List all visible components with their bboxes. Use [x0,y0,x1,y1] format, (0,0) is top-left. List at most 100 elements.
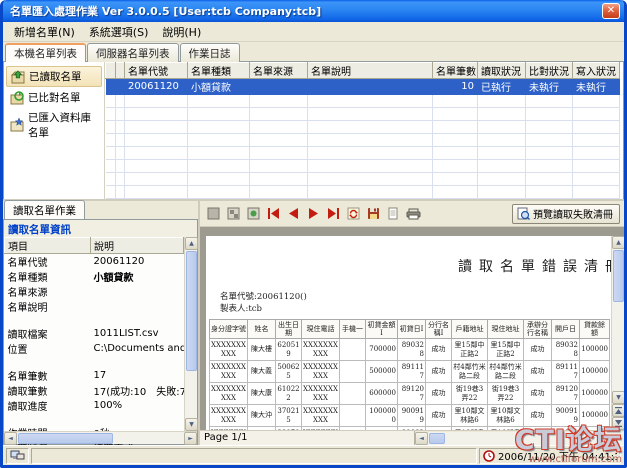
sidebar-item-compared-lists[interactable]: 已比對名單 [6,88,102,107]
column-header[interactable]: 初貸金額I [366,320,398,339]
scroll-left-icon[interactable]: ◄ [415,432,428,445]
sidebar-item-read-lists[interactable]: 已讀取名單 [6,66,102,87]
table-row[interactable]: XXXXXXXXXX陳大沖370215XXXXXXXXXX 1000000900… [210,405,610,427]
info-vertical-scrollbar[interactable]: ▲ ▼ [184,237,197,431]
prev-page-icon[interactable] [284,205,302,223]
column-header[interactable]: 出生日期 [276,320,302,339]
table-row[interactable]: 讀取進度100% [5,398,184,413]
report-horizontal-scrollbar[interactable]: ◄ [415,432,624,445]
actual-size-icon[interactable] [204,205,222,223]
tab-server-list[interactable]: 伺服器名單列表 [87,43,179,62]
empty-cell [478,134,526,147]
table-row[interactable]: 名單代號20061120 [5,254,184,270]
empty-cell [433,95,478,108]
column-header[interactable]: 現住地址 [488,320,524,339]
refresh-icon[interactable] [344,205,362,223]
table-row[interactable] [5,314,184,326]
tab-local-list[interactable]: 本機名單列表 [5,43,86,62]
next-page-icon[interactable] [304,205,322,223]
zoom-icon[interactable] [244,205,262,223]
table-row[interactable]: 名單筆數17 [5,368,184,383]
sidebar-item-imported-lists[interactable]: 已匯入資料庫名單 [6,108,102,142]
column-header[interactable]: 名單說明 [308,63,433,79]
table-cell: 500000 [366,427,398,430]
fit-window-icon[interactable] [224,205,242,223]
table-row[interactable]: XXXXXXXXXX陳大義500625XXXXXXXXXX 5000008911… [210,361,610,383]
table-cell: 里15鄰中正路2 [488,339,524,361]
page-down-icon[interactable] [612,417,625,430]
column-header[interactable]: 比對狀況 [526,63,573,79]
table-cell: 成功 [524,405,552,427]
scroll-down-icon[interactable]: ▼ [612,391,625,404]
preview-failed-list-button[interactable]: 預覽讀取失敗清冊 [512,204,620,224]
column-header[interactable]: 分行名稱I [426,320,452,339]
table-row[interactable]: 20061120小額貸款 10已執行未執行未執行 [106,79,620,95]
table-row[interactable]: XXXXXXXXXX陳大泰390708XXXXXXXXXX 5000009009… [210,427,610,430]
table-row[interactable]: 讀取筆數17(成功:10 失敗:7) [5,383,184,398]
column-header[interactable]: 項目 [5,238,91,254]
column-header[interactable]: 名單種類 [188,63,250,79]
column-header[interactable]: 開戶日 [552,320,580,339]
empty-cell [116,147,125,160]
table-row[interactable]: XXXXXXXXXX陳大康610222XXXXXXXXXX 6000008912… [210,383,610,405]
column-header[interactable]: 身分證字號 [210,320,248,339]
menu-item-help[interactable]: 說明(H) [155,22,208,42]
close-button[interactable]: ✕ [602,3,620,19]
table-row[interactable]: 位置C:\Documents and Settings [5,341,184,356]
scroll-left-icon[interactable]: ◄ [4,432,17,445]
tab-read-list-job[interactable]: 讀取名單作業 [4,200,85,219]
scroll-thumb[interactable] [429,433,445,444]
menu-item-new-list[interactable]: 新增名單(N) [7,22,82,42]
column-header[interactable]: 戶籍地址 [452,320,488,339]
page-setup-icon[interactable] [384,205,402,223]
scroll-thumb[interactable] [613,250,624,302]
column-header[interactable]: 讀取狀況 [478,63,526,79]
table-row[interactable]: XXXXXXXXXX陳大樓620519XXXXXXXXXX 7000008903… [210,339,610,361]
empty-cell [573,121,620,134]
column-header[interactable]: 名單筆數 [433,63,478,79]
column-header[interactable]: 說明 [91,238,184,254]
column-header[interactable]: 姓名 [248,320,276,339]
menu-item-system-options[interactable]: 系統選項(S) [82,22,156,42]
table-row[interactable]: 讀取檔案1011LIST.csv [5,326,184,341]
title-bar[interactable]: 名單匯入處理作業 Ver 3.0.0.5 [User:tcb Company:t… [3,0,624,22]
local-list-page: 已讀取名單 已比對名單 已匯入資料庫名單 名單代號名單種類名單來源名單說明名單筆… [3,61,624,199]
table-cell [340,405,366,427]
table-row[interactable] [5,413,184,425]
page-up-icon[interactable] [612,404,625,417]
last-page-icon[interactable] [324,205,342,223]
table-row[interactable]: 名單說明 [5,299,184,314]
first-page-icon[interactable] [264,205,282,223]
tab-job-log[interactable]: 作業日誌 [180,43,240,62]
column-header[interactable]: 寫入狀況 [573,63,620,79]
column-header[interactable]: 名單代號 [125,63,188,79]
column-header[interactable]: 初貸日I [398,320,426,339]
scroll-thumb[interactable] [186,251,197,371]
report-vertical-scrollbar[interactable]: ▲ ▼ [611,236,624,430]
table-row[interactable] [5,356,184,368]
column-header[interactable]: 現住電話 [302,320,340,339]
column-header[interactable]: 承辦分行名稱 [524,320,552,339]
list-grid[interactable]: 名單代號名單種類名單來源名單說明名單筆數讀取狀況比對狀況寫入狀況 2006112… [105,62,620,199]
column-header[interactable]: 名單來源 [250,63,308,79]
print-icon[interactable] [404,205,422,223]
scroll-up-icon[interactable]: ▲ [612,236,625,249]
column-header[interactable] [106,63,116,79]
table-cell: 370215 [276,405,302,427]
column-header[interactable]: 手機一 [340,320,366,339]
scroll-down-icon[interactable]: ▼ [185,418,198,431]
status-datetime: 2006/11/20 下午 04:41:12 [479,448,621,464]
column-header[interactable] [116,63,125,79]
save-icon[interactable] [364,205,382,223]
table-cell: 700000 [366,339,398,361]
scroll-up-icon[interactable]: ▲ [185,237,198,250]
empty-cell [573,108,620,121]
info-horizontal-scrollbar[interactable]: ◄ ► [4,431,197,444]
scroll-right-icon[interactable]: ► [184,432,197,445]
table-row[interactable]: 名單種類小額貸款 [5,269,184,284]
table-cell: 成功 [524,427,552,430]
table-row[interactable]: 名單來源 [5,284,184,299]
scroll-thumb[interactable] [18,433,113,444]
column-header[interactable]: 貸款餘額 [580,320,610,339]
table-cell: 已執行 [478,79,526,95]
